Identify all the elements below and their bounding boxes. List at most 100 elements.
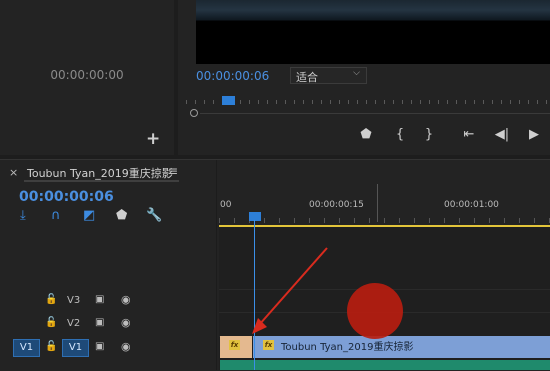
program-playhead[interactable] xyxy=(222,96,235,105)
snap-magnet-icon[interactable]: ∩ xyxy=(51,208,61,224)
ruler-tick xyxy=(384,100,385,104)
linked-selection-icon[interactable]: ◩ xyxy=(83,208,95,224)
ruler-tick xyxy=(324,218,325,223)
transition-clip[interactable]: fx xyxy=(220,336,252,358)
ruler-tick xyxy=(267,100,268,104)
sequence-tab-title[interactable]: Toubun Tyan_2019重庆掠影 xyxy=(27,165,173,181)
program-timecode[interactable]: 00:00:00:06 xyxy=(196,69,269,83)
ruler-tick xyxy=(420,100,421,104)
ruler-tick xyxy=(519,218,520,223)
track-target[interactable]: V1 xyxy=(62,339,89,357)
ruler-tick xyxy=(465,100,466,104)
ruler-tick xyxy=(339,218,340,223)
zoom-scrollbar[interactable] xyxy=(190,108,550,118)
ruler-tick xyxy=(348,100,349,104)
annotation-red-circle xyxy=(347,283,403,339)
ruler-tick xyxy=(438,100,439,104)
ruler-tick xyxy=(309,218,310,223)
eye-icon[interactable]: ◉ xyxy=(121,316,131,329)
ruler-tick xyxy=(240,100,241,104)
mark-out-icon[interactable]: } xyxy=(418,126,440,144)
fit-zoom-select[interactable]: 适合 ⌵ xyxy=(290,67,367,84)
ruler-tick xyxy=(429,218,430,223)
ruler-tick xyxy=(204,100,205,104)
clip-name: Toubun Tyan_2019重庆掠影 xyxy=(281,342,414,353)
ruler-tick xyxy=(402,100,403,104)
ruler-tick xyxy=(369,218,370,223)
source-timecode[interactable]: 00:00:00:00 xyxy=(0,68,174,82)
tab-underline xyxy=(24,180,179,182)
ruler-tick xyxy=(459,218,460,223)
header-divider xyxy=(216,160,217,370)
ruler-label: 00:00:01:00 xyxy=(444,200,499,210)
ruler-tick xyxy=(444,218,445,223)
ruler-tick xyxy=(399,218,400,223)
step-back-icon[interactable]: ◀| xyxy=(491,126,513,144)
mark-in-icon[interactable]: { xyxy=(389,126,411,144)
ruler-tick xyxy=(528,100,529,104)
track-header-v2[interactable]: 🔓 V2 ▣ ◉ xyxy=(0,313,216,335)
ruler-tick xyxy=(195,100,196,104)
close-icon[interactable]: × xyxy=(9,166,18,179)
add-button[interactable]: + xyxy=(146,129,160,149)
sync-lock-icon[interactable]: ▣ xyxy=(95,341,104,352)
source-patch[interactable]: V1 xyxy=(13,339,40,357)
zoom-handle[interactable] xyxy=(190,109,198,117)
lock-icon[interactable]: 🔓 xyxy=(45,294,57,305)
track-name: V3 xyxy=(67,295,81,306)
fx-badge: fx xyxy=(229,340,240,350)
ruler-tick xyxy=(546,100,547,104)
lock-icon[interactable]: 🔓 xyxy=(45,341,57,352)
fit-select-value: 适合 xyxy=(296,71,318,84)
ruler-tick xyxy=(375,100,376,104)
ruler-tick xyxy=(537,100,538,104)
timeline-ruler[interactable] xyxy=(219,184,550,226)
sync-lock-icon[interactable]: ▣ xyxy=(95,317,104,328)
program-time-ruler[interactable] xyxy=(186,96,550,108)
program-video-frame xyxy=(196,0,550,64)
ruler-tick xyxy=(429,100,430,104)
ruler-tick xyxy=(510,100,511,104)
marker-icon[interactable]: ⬟ xyxy=(355,126,377,144)
timeline-timecode[interactable]: 00:00:00:06 xyxy=(19,189,114,205)
ruler-tick xyxy=(219,218,220,223)
ruler-tick xyxy=(447,100,448,104)
play-icon[interactable]: ▶ xyxy=(523,126,545,144)
ruler-tick xyxy=(474,100,475,104)
add-marker-icon[interactable]: ⬟ xyxy=(116,208,127,224)
wrench-icon[interactable]: 🔧 xyxy=(146,208,162,224)
zoom-track xyxy=(200,113,550,114)
fx-badge: fx xyxy=(263,340,274,350)
track-header-v3[interactable]: 🔓 V3 ▣ ◉ xyxy=(0,290,216,312)
ruler-tick xyxy=(294,218,295,223)
ruler-tick xyxy=(321,100,322,104)
ruler-tick xyxy=(501,100,502,104)
ruler-tick xyxy=(504,218,505,223)
ruler-tick xyxy=(294,100,295,104)
ruler-tick xyxy=(285,100,286,104)
ruler-tick xyxy=(357,100,358,104)
track-header-v1[interactable]: V1 🔓 V1 ▣ ◉ xyxy=(0,337,216,359)
insert-edit-icon[interactable]: ⤓ xyxy=(20,208,26,224)
ruler-tick xyxy=(492,100,493,104)
timeline-playhead[interactable] xyxy=(249,212,261,221)
lock-icon[interactable]: 🔓 xyxy=(45,317,57,328)
ruler-tick xyxy=(483,100,484,104)
audio-clip[interactable] xyxy=(220,360,550,370)
panel-menu-icon[interactable]: ≡ xyxy=(168,164,178,178)
chevron-down-icon: ⌵ xyxy=(353,68,360,78)
eye-icon[interactable]: ◉ xyxy=(121,293,131,306)
ruler-tick xyxy=(474,218,475,223)
go-to-in-icon[interactable]: ⇤ xyxy=(458,126,480,144)
playhead-line xyxy=(254,220,255,370)
ruler-tick xyxy=(258,100,259,104)
ruler-tick xyxy=(489,218,490,223)
ruler-tick xyxy=(456,100,457,104)
sync-lock-icon[interactable]: ▣ xyxy=(95,294,104,305)
work-area-bar[interactable] xyxy=(219,225,550,227)
ruler-tick xyxy=(384,218,385,223)
eye-icon[interactable]: ◉ xyxy=(121,340,131,353)
ruler-label: 00:00:00:15 xyxy=(309,200,364,210)
ruler-tick xyxy=(366,100,367,104)
ruler-tick xyxy=(330,100,331,104)
